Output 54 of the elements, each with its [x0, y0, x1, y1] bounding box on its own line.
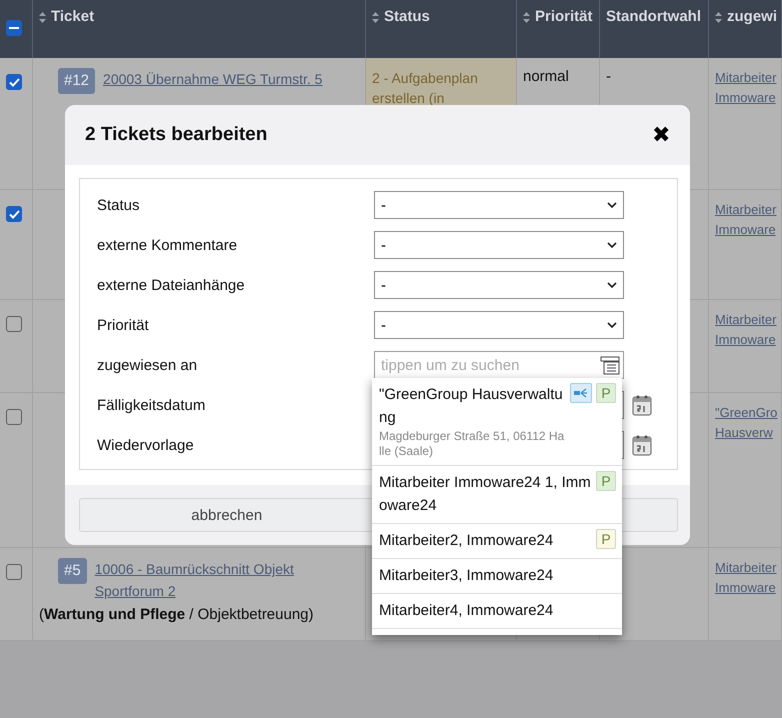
- row-checkbox[interactable]: [6, 316, 22, 332]
- row-checkbox[interactable]: [6, 564, 22, 580]
- minus-icon: [9, 27, 19, 29]
- tag: P: [596, 471, 616, 491]
- ticket-number: #12: [58, 68, 96, 94]
- select-field[interactable]: -: [374, 191, 624, 219]
- tag: P: [596, 529, 616, 549]
- close-button[interactable]: ✖: [652, 122, 670, 148]
- select-field[interactable]: -: [374, 231, 624, 259]
- check-icon: [8, 210, 20, 218]
- field-label: Status: [97, 196, 141, 214]
- chevron-down-icon: [607, 322, 617, 328]
- sort-icon[interactable]: [715, 12, 722, 23]
- column-header[interactable]: Priorität: [517, 0, 600, 58]
- sort-icon[interactable]: [372, 12, 379, 23]
- column-header[interactable]: Status: [366, 0, 517, 58]
- select-field[interactable]: -: [374, 311, 624, 339]
- status-text: 2 - Aufgabenplan erstellen (in: [372, 69, 479, 108]
- dialog-title: 2 Tickets bearbeiten: [85, 124, 268, 146]
- column-header[interactable]: zugewi: [709, 0, 782, 58]
- network-icon: [574, 387, 588, 399]
- ticket-number: #5: [58, 558, 87, 584]
- calendar-icon[interactable]: [632, 394, 652, 416]
- field-label: externe Kommentare: [97, 236, 238, 254]
- sort-icon[interactable]: [39, 12, 46, 23]
- field-label: Fälligkeitsdatum: [97, 396, 206, 414]
- suggestion-item[interactable]: Mitarbeiter2, Immoware24 P: [372, 524, 622, 559]
- field-label: Priorität: [97, 316, 150, 334]
- sort-icon[interactable]: [523, 12, 530, 23]
- select-field[interactable]: -: [374, 271, 624, 299]
- tag: P: [596, 383, 616, 403]
- check-icon: [8, 78, 20, 86]
- row-checkbox[interactable]: [6, 74, 22, 90]
- field-label: externe Dateianhänge: [97, 276, 246, 294]
- chevron-down-icon: [607, 282, 617, 288]
- suggestion-item[interactable]: Mitarbeiter3, Immoware24: [372, 559, 622, 594]
- select-all-checkbox[interactable]: [6, 20, 22, 36]
- location-text: -: [606, 68, 612, 85]
- column-header[interactable]: Standortwahl: [600, 0, 709, 58]
- chevron-down-icon: [607, 202, 617, 208]
- row-checkbox[interactable]: [6, 206, 22, 222]
- list-icon[interactable]: [600, 355, 620, 375]
- field-label: Wiedervorlage: [97, 436, 195, 454]
- priority-text: normal: [523, 68, 570, 85]
- column-header[interactable]: Ticket: [33, 0, 366, 58]
- calendar-icon[interactable]: [632, 434, 652, 456]
- suggestion-item[interactable]: "GreenGroup Hausverwaltung Magdeburger Straße 51, 06112 Halle (Saale) P: [372, 378, 622, 466]
- ticket-category: (Wartung und Pflege / Objektbetreuung): [39, 606, 315, 623]
- cancel-button[interactable]: abbrechen: [79, 498, 374, 532]
- field-label: zugewiesen an: [97, 356, 198, 374]
- suggestion-item[interactable]: Mitarbeiter4, Immoware24: [372, 594, 622, 629]
- chevron-down-icon: [607, 242, 617, 248]
- row-checkbox[interactable]: [6, 409, 22, 425]
- search-field[interactable]: tippen um zu suchen: [374, 351, 624, 379]
